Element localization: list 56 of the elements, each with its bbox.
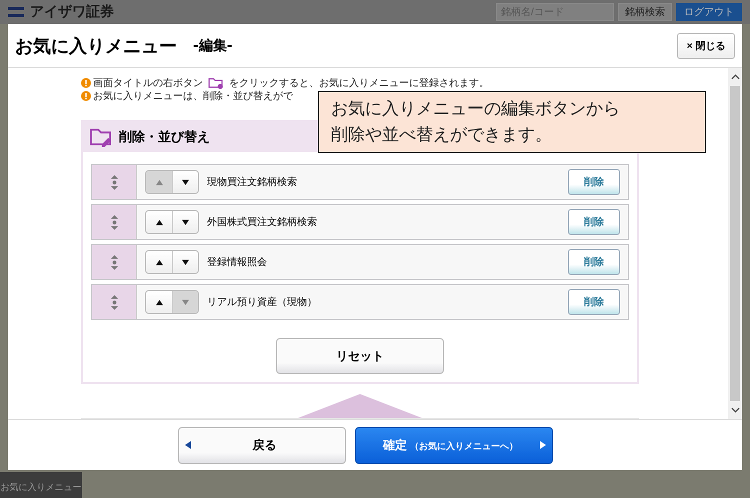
- move-down-button[interactable]: [172, 211, 198, 233]
- move-down-button[interactable]: [172, 171, 198, 193]
- down-arrow-icon: [181, 178, 190, 186]
- favorites-dock-tab[interactable]: お気に入りメニュー: [0, 472, 82, 498]
- logo-mark-icon: [8, 7, 24, 17]
- drag-handle[interactable]: [92, 205, 137, 239]
- drag-handle[interactable]: [92, 245, 137, 279]
- down-arrow-icon: [181, 298, 190, 306]
- note-text: 画面タイトルの右ボタン: [93, 76, 203, 90]
- drag-handle[interactable]: [92, 165, 137, 199]
- delete-button[interactable]: 削除: [568, 209, 620, 235]
- delete-button[interactable]: 削除: [568, 249, 620, 275]
- right-triangle-icon: [540, 441, 546, 449]
- up-arrow-icon: [154, 178, 164, 186]
- warning-icon: [81, 90, 91, 100]
- move-up-button[interactable]: [146, 211, 172, 233]
- close-button[interactable]: × 閉じる: [677, 32, 735, 58]
- menu-item-label: リアル預り資産（現物）: [207, 296, 317, 309]
- move-up-button[interactable]: [146, 291, 172, 313]
- confirm-button[interactable]: 確定 （お気に入りメニューへ）: [354, 426, 552, 464]
- logout-button[interactable]: ログアウト: [676, 3, 742, 21]
- drag-handle-icon: [108, 212, 120, 232]
- down-arrow-icon: [181, 218, 190, 226]
- section-title: 削除・並び替え: [119, 129, 210, 146]
- menu-item-label: 外国株式買注文銘柄検索: [207, 216, 317, 229]
- note-text: をクリックすると、お気に入りメニューに登録されます。: [229, 76, 489, 90]
- scroll-up-icon[interactable]: [730, 74, 740, 80]
- drag-handle-icon: [108, 172, 120, 192]
- move-down-button[interactable]: [172, 251, 198, 273]
- delete-button[interactable]: 削除: [568, 289, 620, 315]
- menu-item-label: 登録情報照会: [207, 256, 267, 269]
- logo-text: アイザワ証券: [30, 3, 114, 21]
- drag-handle[interactable]: [92, 285, 137, 319]
- warning-icon: [81, 78, 91, 88]
- up-arrow-icon: [154, 218, 164, 226]
- scrollbar[interactable]: [728, 68, 742, 419]
- reset-button[interactable]: リセット: [276, 338, 444, 374]
- folder-plus-icon: [208, 76, 224, 88]
- note-text: お気に入りメニューは、削除・並び替えがで: [93, 90, 293, 102]
- up-arrow-icon: [154, 298, 164, 306]
- search-button[interactable]: 銘柄検索: [618, 3, 672, 21]
- back-button[interactable]: 戻る: [178, 426, 346, 464]
- delete-button[interactable]: 削除: [568, 169, 620, 195]
- move-up-button[interactable]: [146, 251, 172, 273]
- dialog-title: お気に入りメニュー: [15, 34, 177, 58]
- triangle-pointer-icon: [298, 394, 422, 418]
- dialog-subtitle: -編集-: [193, 36, 233, 54]
- up-arrow-icon: [154, 258, 164, 266]
- callout-note: お気に入りメニューの編集ボタンから 削除や並べ替えができます。: [318, 91, 706, 153]
- down-arrow-icon: [181, 258, 190, 266]
- left-triangle-icon: [184, 441, 190, 449]
- drag-handle-icon: [108, 252, 120, 272]
- menu-item-label: 現物買注文銘柄検索: [207, 176, 297, 189]
- drag-handle-icon: [108, 292, 120, 312]
- folder-edit-icon: [89, 127, 113, 147]
- scroll-down-icon[interactable]: [730, 407, 740, 413]
